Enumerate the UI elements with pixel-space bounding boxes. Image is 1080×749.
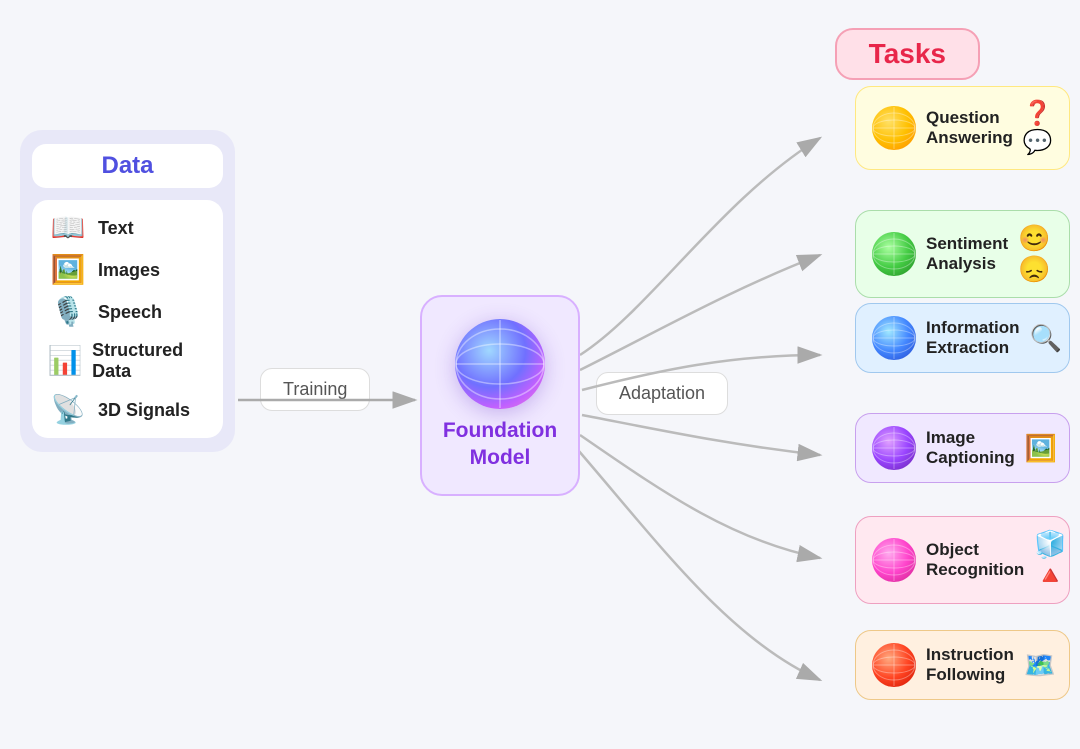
task-card-ie: Information Extraction 🔍 [855,303,1070,373]
globe-ie [872,316,916,360]
foundation-model-box: FoundationModel [420,295,580,496]
foundation-model-label: FoundationModel [432,417,568,472]
task-ic-emoji: 🖼️ [1025,433,1057,464]
task-card-or: Object Recognition 🧊🔺 [855,516,1070,604]
task-ie-label: Information Extraction [926,318,1020,358]
task-sa-emoji: 😊😞 [1018,223,1053,285]
images-icon: 🖼️ [46,256,90,284]
data-item-images-label: Images [98,260,160,281]
data-title: Data [32,144,223,188]
task-sa-label: SentimentAnalysis [926,234,1008,274]
3d-icon: 📡 [46,396,90,424]
structured-icon: 📊 [46,347,84,375]
tasks-title: Tasks [835,28,980,80]
data-items-list: 📖 Text 🖼️ Images 🎙️ Speech 📊 Structured … [32,200,223,438]
task-card-qa: Question Answering ❓💬 [855,86,1070,170]
globe-or [872,538,916,582]
globe-sa [872,232,916,276]
task-if-label: Instruction Following [926,645,1014,685]
task-card-if: Instruction Following 🗺️ [855,630,1070,700]
data-item-text: 📖 Text [42,210,213,246]
task-if-emoji: 🗺️ [1024,650,1056,681]
task-qa-label: Question Answering [926,108,1013,148]
task-ic-label: Image Captioning [926,428,1015,468]
data-item-3d-label: 3D Signals [98,400,190,421]
globe-qa [872,106,916,150]
data-item-structured: 📊 Structured Data [42,336,213,386]
data-item-speech-label: Speech [98,302,162,323]
data-item-3d: 📡 3D Signals [42,392,213,428]
text-icon: 📖 [46,214,90,242]
data-item-images: 🖼️ Images [42,252,213,288]
task-qa-emoji: ❓💬 [1023,99,1053,157]
task-or-label: Object Recognition [926,540,1024,580]
task-ie-emoji: 🔍 [1030,323,1062,354]
data-panel: Data 📖 Text 🖼️ Images 🎙️ Speech 📊 Struct… [20,130,235,452]
speech-icon: 🎙️ [46,298,90,326]
data-item-text-label: Text [98,218,134,239]
training-label: Training [260,368,370,411]
data-item-speech: 🎙️ Speech [42,294,213,330]
foundation-globe [455,319,545,409]
task-or-emoji: 🧊🔺 [1034,529,1066,591]
task-card-sa: SentimentAnalysis 😊😞 [855,210,1070,298]
data-item-structured-label: Structured Data [92,340,209,382]
globe-ic [872,426,916,470]
globe-if [872,643,916,687]
task-card-ic: Image Captioning 🖼️ [855,413,1070,483]
adaptation-label: Adaptation [596,372,728,415]
